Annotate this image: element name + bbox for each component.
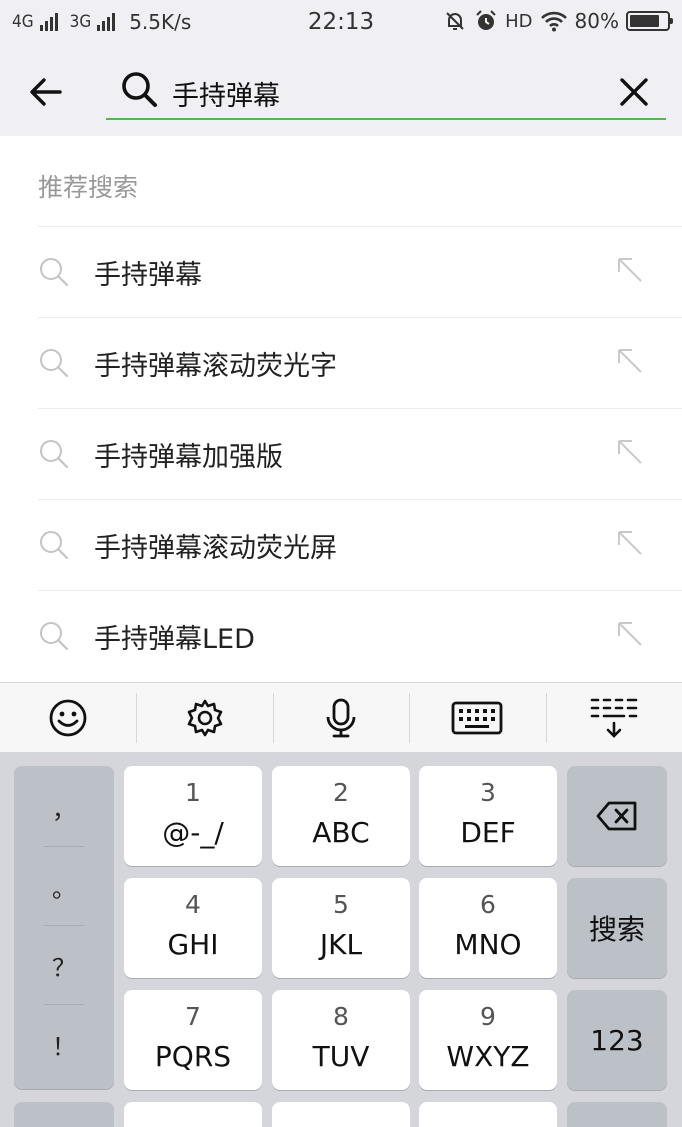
suggestions-title: 推荐搜索 — [38, 173, 139, 202]
punctuation-key[interactable]: ， — [14, 771, 114, 850]
suggestion-label: 手持弹幕LED — [94, 624, 255, 655]
key-number: 6 — [480, 890, 496, 919]
hd-label: HD — [505, 10, 533, 32]
backspace-key-content — [567, 766, 667, 866]
key-number: 8 — [333, 1002, 349, 1031]
keyboard-switch-button[interactable] — [409, 683, 545, 753]
key-3[interactable]: 3 DEF — [419, 766, 557, 866]
key-letters: JKL — [319, 928, 363, 961]
key-number: 4 — [185, 890, 201, 919]
backspace-icon — [596, 801, 637, 831]
key-number: 3 — [480, 778, 496, 807]
key-number: 1 — [185, 778, 201, 807]
key-number: 5 — [333, 890, 349, 919]
numbers-key-label: 123 — [590, 1023, 644, 1057]
search-key-label: 搜索 — [588, 913, 645, 946]
key-5[interactable]: 5 JKL — [272, 878, 410, 978]
fill-query-arrow-icon[interactable] — [616, 347, 644, 375]
mute-bell-icon — [446, 12, 464, 30]
search-input[interactable]: 手持弹幕 — [106, 64, 666, 120]
voice-input-button[interactable] — [272, 683, 409, 753]
list-item[interactable]: 手持弹幕滚动荧光字 — [38, 317, 682, 408]
search-icon — [40, 349, 69, 378]
emoji-button[interactable] — [0, 683, 136, 753]
key-number: 7 — [185, 1002, 201, 1031]
punctuation-key[interactable]: ！ — [14, 1008, 114, 1087]
punctuation-divider — [44, 846, 84, 847]
punctuation-key[interactable]: ？ — [14, 929, 114, 1008]
search-query-text[interactable]: 手持弹幕 — [172, 74, 280, 113]
key-bottom[interactable] — [124, 1102, 262, 1127]
fill-query-arrow-icon[interactable] — [616, 256, 644, 284]
key-letters: WXYZ — [446, 1040, 530, 1073]
search-key[interactable]: 搜索 — [567, 878, 667, 978]
alarm-icon — [476, 10, 496, 30]
suggestions-panel: 推荐搜索 手持弹幕 手持弹幕滚动荧光字 手持弹幕加强版 手持弹幕滚动荧光屏 手持… — [0, 136, 682, 682]
status-right: HD 80% — [443, 9, 673, 33]
key-letters: @-_/ — [162, 816, 224, 849]
backspace-key[interactable] — [567, 766, 667, 866]
key-6[interactable]: 6 MNO — [419, 878, 557, 978]
search-icon — [40, 258, 69, 287]
symbols-key[interactable] — [14, 1102, 114, 1127]
keyboard-toolbar — [0, 682, 682, 752]
list-item[interactable]: 手持弹幕加强版 — [38, 408, 682, 499]
hide-keyboard-button[interactable] — [545, 683, 682, 753]
search-icon — [122, 72, 157, 107]
search-icon — [40, 622, 69, 651]
fill-query-arrow-icon[interactable] — [616, 620, 644, 648]
search-header: 手持弹幕 — [0, 48, 682, 136]
key-8[interactable]: 8 TUV — [272, 990, 410, 1090]
suggestion-label: 手持弹幕滚动荧光屏 — [94, 533, 337, 564]
punctuation-key[interactable]: 。 — [14, 850, 114, 929]
search-icon — [40, 440, 69, 469]
key-letters: DEF — [460, 816, 516, 849]
key-2[interactable]: 2 ABC — [272, 766, 410, 866]
punctuation-divider — [44, 1004, 84, 1005]
key-bottom[interactable] — [567, 1102, 667, 1127]
key-number: 9 — [480, 1002, 496, 1031]
suggestion-label: 手持弹幕加强版 — [94, 442, 283, 473]
suggestions-list: 手持弹幕 手持弹幕滚动荧光字 手持弹幕加强版 手持弹幕滚动荧光屏 手持弹幕LED — [0, 226, 682, 681]
key-letters: ABC — [312, 816, 370, 849]
punctuation-column: ， 。 ？ ！ — [14, 766, 114, 1089]
emoji-icon — [49, 699, 87, 737]
fill-query-arrow-icon[interactable] — [616, 529, 644, 557]
keyboard-icon — [451, 701, 503, 735]
key-letters: GHI — [167, 928, 219, 961]
wifi-icon — [540, 11, 567, 32]
key-number: 2 — [333, 778, 349, 807]
key-7[interactable]: 7 PQRS — [124, 990, 262, 1090]
battery-fill — [630, 15, 659, 27]
space-key[interactable] — [272, 1102, 410, 1127]
key-bottom[interactable] — [419, 1102, 557, 1127]
back-arrow-icon[interactable] — [24, 70, 68, 114]
status-bar: 4G 3G 5.5K/s 22:13 HD 80% — [0, 0, 682, 48]
gear-icon — [187, 699, 222, 737]
key-letters: MNO — [454, 928, 522, 961]
list-item[interactable]: 手持弹幕滚动荧光屏 — [38, 499, 682, 590]
suggestion-label: 手持弹幕滚动荧光字 — [94, 351, 337, 382]
key-letters: PQRS — [154, 1040, 232, 1073]
hide-keyboard-icon — [590, 698, 638, 738]
battery-percent: 80% — [574, 9, 619, 33]
key-1[interactable]: 1 @-_/ — [124, 766, 262, 866]
key-9[interactable]: 9 WXYZ — [419, 990, 557, 1090]
settings-button[interactable] — [136, 683, 272, 753]
list-item[interactable]: 手持弹幕 — [38, 226, 682, 317]
list-item[interactable]: 手持弹幕LED — [38, 590, 682, 681]
keyboard: ， 。 ？ ！ 1 @-_/ 2 ABC 3 DEF 4 GHI 5 JKL 6… — [0, 752, 682, 1127]
suggestion-label: 手持弹幕 — [94, 260, 202, 291]
punctuation-divider — [44, 925, 84, 926]
search-icon — [40, 531, 69, 560]
fill-query-arrow-icon[interactable] — [616, 438, 644, 466]
battery-icon — [626, 11, 673, 31]
key-4[interactable]: 4 GHI — [124, 878, 262, 978]
microphone-icon — [326, 698, 356, 738]
numbers-key[interactable]: 123 — [567, 990, 667, 1090]
key-letters: TUV — [312, 1040, 370, 1073]
close-icon[interactable] — [614, 72, 654, 112]
